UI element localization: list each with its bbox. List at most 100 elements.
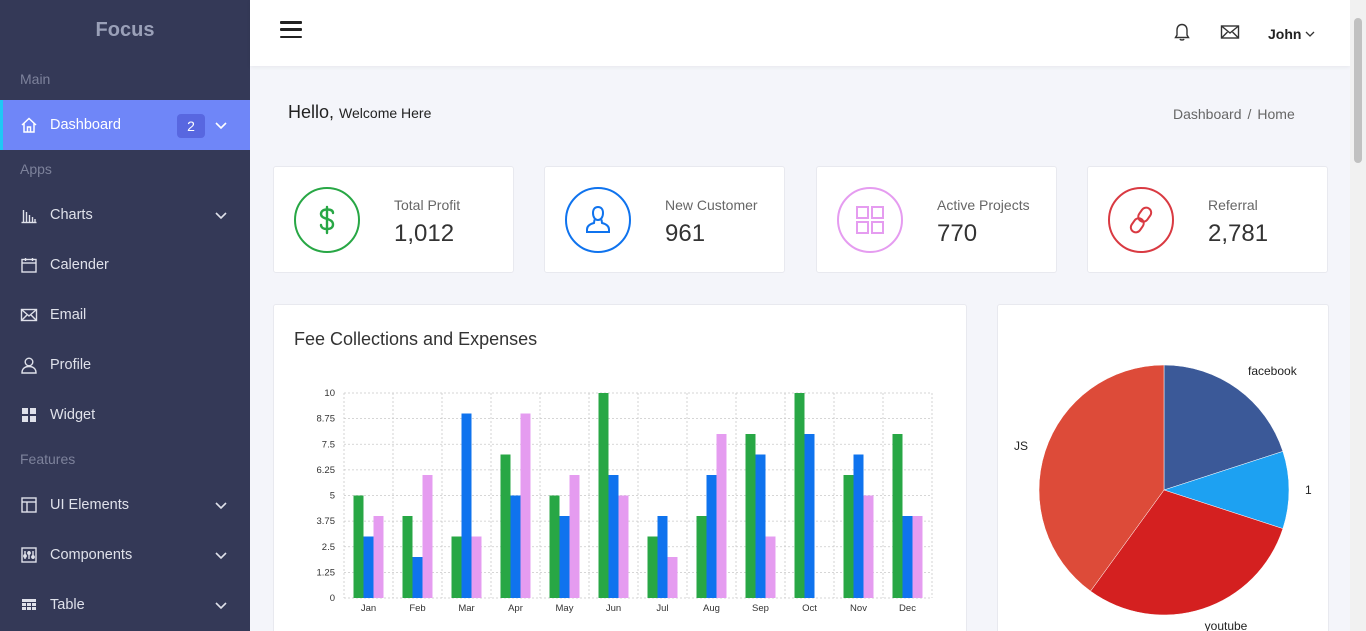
x-tick-label: Apr: [508, 603, 523, 614]
y-tick-label: 10: [324, 388, 335, 399]
top-header: John: [250, 0, 1350, 66]
sidebar-item-dashboard[interactable]: Dashboard 2: [0, 100, 250, 150]
sidebar-item-label: Email: [50, 307, 87, 323]
bar: [559, 516, 570, 598]
bell-icon[interactable]: [1172, 22, 1192, 42]
bar: [667, 557, 678, 598]
sidebar-item-widget[interactable]: Widget: [0, 390, 250, 440]
x-tick-label: Sep: [752, 603, 769, 614]
chevron-down-icon[interactable]: [214, 208, 228, 222]
bar: [402, 516, 413, 598]
bar: [520, 413, 531, 598]
user-icon: [565, 187, 631, 253]
page-greeting: Hello, Welcome Here: [288, 102, 431, 123]
y-tick-label: 5: [330, 491, 335, 502]
sidebar-item-calender[interactable]: Calender: [0, 240, 250, 290]
stat-label: Active Projects: [937, 197, 1030, 213]
mail-icon[interactable]: [1220, 22, 1240, 42]
components-icon: [20, 546, 38, 564]
stat-card-total-profit: Total Profit 1,012: [273, 166, 514, 273]
mail-icon: [20, 306, 38, 324]
bar: [373, 516, 384, 598]
x-tick-label: May: [556, 603, 574, 614]
stat-value: 2,781: [1208, 220, 1269, 247]
calendar-icon: [20, 256, 38, 274]
sidebar-item-label: Calender: [50, 257, 109, 273]
chevron-down-icon[interactable]: [214, 548, 228, 562]
social-pie-chart: facebook 1 youtube JS: [1014, 364, 1312, 631]
y-tick-label: 8.75: [317, 414, 336, 425]
section-apps: Apps: [20, 161, 52, 177]
x-tick-label: Jul: [656, 603, 668, 614]
bar: [706, 475, 717, 598]
sidebar-item-label: Table: [50, 597, 85, 613]
x-tick-label: Aug: [703, 603, 720, 614]
bar-chart-icon: [20, 206, 38, 224]
bar: [863, 495, 874, 598]
stat-label: Total Profit: [394, 197, 461, 213]
stat-card-active-projects: Active Projects 770: [816, 166, 1057, 273]
x-tick-label: Oct: [802, 603, 817, 614]
pie-label: facebook: [1248, 364, 1298, 378]
sidebar-item-table[interactable]: Table: [0, 580, 250, 630]
sidebar-item-ui-elements[interactable]: UI Elements: [0, 480, 250, 530]
layout-icon: [20, 496, 38, 514]
user-icon: [20, 356, 38, 374]
bar: [912, 516, 923, 598]
stat-card-new-customer: New Customer 961: [544, 166, 785, 273]
scrollbar-thumb[interactable]: [1354, 18, 1362, 163]
x-tick-label: Dec: [899, 603, 916, 614]
breadcrumb-home[interactable]: Home: [1257, 106, 1294, 122]
brand-logo[interactable]: Focus: [0, 0, 250, 60]
bar: [422, 475, 433, 598]
y-tick-label: 1.25: [317, 567, 336, 578]
stat-card-referral: Referral 2,781: [1087, 166, 1328, 273]
section-features: Features: [20, 451, 76, 467]
bar: [657, 516, 668, 598]
greeting-hello: Hello,: [288, 102, 335, 122]
bar: [902, 516, 913, 598]
home-icon: [20, 116, 38, 134]
bar: [745, 434, 756, 598]
sidebar-item-components[interactable]: Components: [0, 530, 250, 580]
breadcrumb-dashboard[interactable]: Dashboard: [1173, 106, 1242, 122]
x-tick-label: Mar: [458, 603, 474, 614]
widget-icon: [20, 406, 38, 424]
fee-bar-chart: 0 1.25 2.5 3.75 5 6.25 7.5 8.75 10 Jan Feb Mar Apr Ma…: [317, 388, 933, 614]
grid-icon: [837, 187, 903, 253]
bar: [510, 495, 521, 598]
sidebar-item-charts[interactable]: Charts: [0, 190, 250, 240]
chevron-down-icon[interactable]: [214, 598, 228, 612]
user-menu[interactable]: John: [1268, 26, 1316, 42]
sidebar: Focus Main Dashboard 2 Apps Charts Calen…: [0, 0, 250, 631]
social-pie-panel: facebook 1 youtube JS: [997, 304, 1329, 631]
y-tick-label: 6.25: [317, 465, 336, 476]
menu-icon[interactable]: [280, 21, 302, 39]
y-tick-label: 0: [330, 593, 335, 604]
x-tick-label: Nov: [850, 603, 867, 614]
page-scrollbar[interactable]: [1350, 0, 1366, 631]
sidebar-item-label: Widget: [50, 407, 96, 423]
stat-label: Referral: [1208, 197, 1258, 213]
sidebar-item-profile[interactable]: Profile: [0, 340, 250, 390]
sidebar-item-email[interactable]: Email: [0, 290, 250, 340]
bar: [647, 536, 658, 598]
chevron-down-icon[interactable]: [214, 118, 228, 132]
chevron-down-icon[interactable]: [214, 498, 228, 512]
user-name: John: [1268, 26, 1302, 42]
y-tick-label: 2.5: [322, 542, 335, 553]
x-tick-label: Jun: [606, 603, 621, 614]
pie-label: youtube: [1205, 619, 1248, 631]
bar: [363, 536, 374, 598]
notification-badge: 2: [177, 114, 205, 138]
bar: [794, 393, 805, 598]
stat-value: 770: [937, 220, 978, 247]
x-tick-label: Jan: [361, 603, 376, 614]
bar: [618, 495, 629, 598]
y-tick-label: 3.75: [317, 516, 336, 527]
bar: [716, 434, 727, 598]
bar: [892, 434, 903, 598]
pie-label: 1: [1305, 483, 1312, 497]
table-icon: [20, 596, 38, 614]
bar: [843, 475, 854, 598]
